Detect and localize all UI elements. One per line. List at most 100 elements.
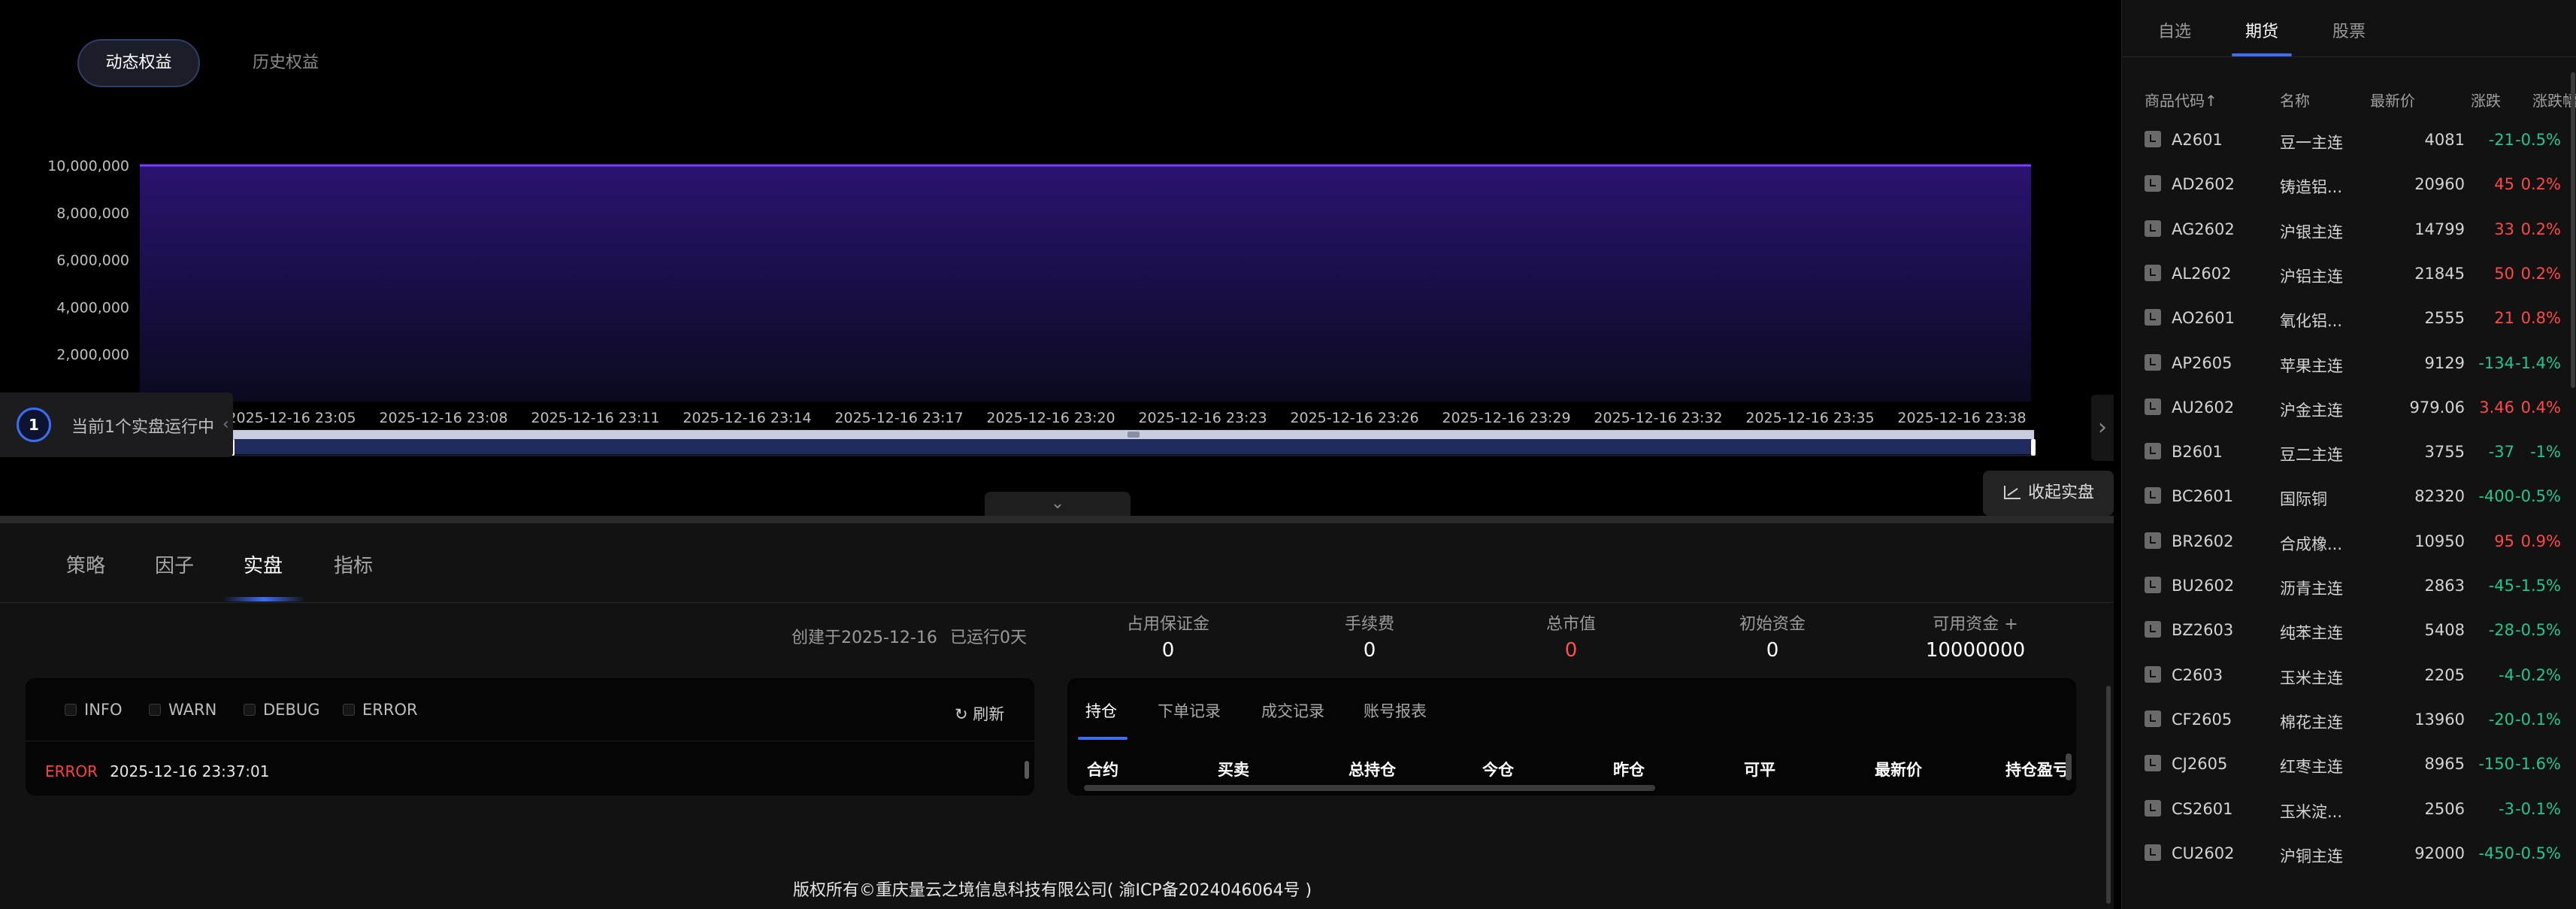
filter-info[interactable]: INFO xyxy=(65,701,123,719)
futures-row[interactable]: AU2602 沪金主连 979.06 3.46 0.4% xyxy=(2122,388,2576,432)
futures-row[interactable]: BR2602 合成橡... 10950 95 0.9% xyxy=(2122,522,2576,566)
checkbox-icon[interactable] xyxy=(244,704,256,716)
bookmark-icon[interactable] xyxy=(2145,264,2161,281)
bookmark-icon[interactable] xyxy=(2145,309,2161,326)
futures-row[interactable]: CS2601 玉米淀... 2506 -3 -0.1% xyxy=(2122,789,2576,834)
futures-row[interactable]: CJ2605 红枣主连 8965 -150 -1.6% xyxy=(2122,744,2576,789)
tab-factor[interactable]: 因子 xyxy=(155,550,194,578)
row-change-pct: 0.2% xyxy=(2520,220,2561,238)
tab-order-records[interactable]: 下单记录 xyxy=(1158,699,1221,722)
positions-horizontal-scrollbar[interactable] xyxy=(1084,785,1655,791)
log-panel: INFO WARN DEBUG ERROR ↻ 刷新 ERROR 2025-12-… xyxy=(26,678,1034,795)
positions-vertical-scrollbar[interactable] xyxy=(2066,753,2072,780)
checkbox-icon[interactable] xyxy=(149,704,161,716)
col-contract: 合约 xyxy=(1087,761,1118,779)
col-position-pnl: 持仓盈亏 xyxy=(2005,761,2069,779)
row-change-pct: -0.1% xyxy=(2515,799,2561,818)
bookmark-icon[interactable] xyxy=(2145,577,2161,593)
futures-row[interactable]: BC2601 国际铜 82320 -400 -0.5% xyxy=(2122,477,2576,521)
row-name: 玉米主连 xyxy=(2280,668,2343,687)
futures-row[interactable]: BU2602 沥青主连 2863 -45 -1.5% xyxy=(2122,566,2576,611)
stat-label-fee: 手续费 xyxy=(1344,615,1394,634)
futures-row[interactable]: AO2601 氧化铝... 2555 21 0.8% xyxy=(2122,298,2576,343)
running-live-badge[interactable]: 1 当前1个实盘运行中 ‹ xyxy=(0,392,233,457)
stat-label-available-capital[interactable]: 可用资金 + xyxy=(1885,611,2066,635)
tab-account-report[interactable]: 账号报表 xyxy=(1364,699,1427,722)
checkbox-icon[interactable] xyxy=(65,704,77,716)
bookmark-icon[interactable] xyxy=(2145,532,2161,549)
filter-error[interactable]: ERROR xyxy=(343,701,418,719)
x-tick-label: 2025-12-16 23:26 xyxy=(1290,410,1418,426)
tab-live[interactable]: 实盘 xyxy=(244,550,283,578)
positions-panel: 持仓 下单记录 成交记录 账号报表 合约 买卖 总持仓 今仓 昨仓 可平 最新价… xyxy=(1067,678,2076,795)
refresh-button[interactable]: ↻ 刷新 xyxy=(955,702,1004,725)
zoom-slider-grip[interactable] xyxy=(1128,432,1140,438)
row-change: 50 xyxy=(2494,264,2514,283)
tab-stocks[interactable]: 股票 xyxy=(2332,18,2366,42)
row-code: BC2601 xyxy=(2172,487,2234,506)
row-price: 979.06 xyxy=(2409,398,2465,417)
futures-row[interactable]: BZ2603 纯苯主连 5408 -28 -0.5% xyxy=(2122,611,2576,655)
futures-row[interactable]: B2601 豆二主连 3755 -37 -1% xyxy=(2122,432,2576,477)
futures-row[interactable]: A2601 豆一主连 4081 -21 -0.5% xyxy=(2122,120,2576,165)
row-price: 14799 xyxy=(2414,220,2465,238)
panel-divider[interactable] xyxy=(0,516,2114,523)
filter-warn[interactable]: WARN xyxy=(149,701,216,719)
col-code-sort[interactable]: 商品代码↑ xyxy=(2145,89,2217,111)
futures-row[interactable]: AD2602 铸造铝... 20960 45 0.2% xyxy=(2122,165,2576,209)
futures-row[interactable]: AG2602 沪银主连 14799 33 0.2% xyxy=(2122,210,2576,254)
bookmark-icon[interactable] xyxy=(2145,710,2161,727)
chevron-right-icon[interactable]: › xyxy=(2091,395,2114,461)
collapse-live-button[interactable]: 收起实盘 xyxy=(1983,471,2114,516)
futures-row[interactable]: C2603 玉米主连 2205 -4 -0.2% xyxy=(2122,656,2576,700)
bookmark-icon[interactable] xyxy=(2145,665,2161,683)
tab-watchlist[interactable]: 自选 xyxy=(2158,18,2191,42)
filter-debug[interactable]: DEBUG xyxy=(244,701,320,719)
tab-history-equity[interactable]: 历史权益 xyxy=(226,39,346,87)
futures-row[interactable]: AP2605 苹果主连 9129 -134 -1.4% xyxy=(2122,344,2576,388)
futures-row[interactable]: CF2605 棉花主连 13960 -20 -0.1% xyxy=(2122,700,2576,744)
bookmark-icon[interactable] xyxy=(2145,621,2161,638)
zoom-slider-right-handle[interactable] xyxy=(2031,439,2036,456)
col-yesterday-position: 昨仓 xyxy=(1613,761,1645,779)
row-change: 3.46 xyxy=(2479,398,2514,417)
x-tick-label: 2025-12-16 23:08 xyxy=(379,410,507,426)
bottom-panel-scrollbar[interactable] xyxy=(2105,603,2112,904)
row-code: BU2602 xyxy=(2172,577,2235,595)
tab-dynamic-equity[interactable]: 动态权益 xyxy=(77,39,200,87)
row-change: 21 xyxy=(2494,309,2514,328)
collapse-chart-toggle[interactable]: ⌄ xyxy=(985,492,1131,516)
tab-trade-records[interactable]: 成交记录 xyxy=(1261,699,1324,722)
row-change: -134 xyxy=(2478,353,2514,372)
checkbox-icon[interactable] xyxy=(343,704,355,716)
bookmark-icon[interactable] xyxy=(2145,487,2161,504)
row-change: -4 xyxy=(2499,665,2514,684)
tab-positions[interactable]: 持仓 xyxy=(1085,699,1117,722)
bookmark-icon[interactable] xyxy=(2145,131,2161,147)
row-name: 苹果主连 xyxy=(2280,356,2343,375)
futures-row[interactable]: CU2602 沪铜主连 92000 -450 -0.5% xyxy=(2122,834,2576,878)
sidebar-scrollbar[interactable] xyxy=(2571,72,2575,388)
tab-strategy[interactable]: 策略 xyxy=(66,550,105,578)
equity-chart-panel: 2,000,000 4,000,000 6,000,000 8,000,000 10,0… xyxy=(0,0,2114,516)
bottom-panel: 策略 因子 实盘 指标 创建于2025-12-16 已运行0天 占用保证金 0 … xyxy=(0,523,2114,909)
x-tick-label: 2025-12-16 23:11 xyxy=(531,410,659,426)
tab-futures[interactable]: 期货 xyxy=(2245,18,2278,42)
bookmark-icon[interactable] xyxy=(2145,220,2161,237)
positions-table-header: 合约 买卖 总持仓 今仓 昨仓 可平 最新价 持仓盈亏 xyxy=(1067,758,2076,780)
col-change: 涨跌 xyxy=(2471,92,2501,110)
bookmark-icon[interactable] xyxy=(2145,175,2161,192)
bookmark-icon[interactable] xyxy=(2145,844,2161,861)
bookmark-icon[interactable] xyxy=(2145,353,2161,371)
bookmark-icon[interactable] xyxy=(2145,398,2161,415)
x-tick-label: 2025-12-16 23:05 xyxy=(227,410,356,426)
chevron-left-icon[interactable]: ‹ xyxy=(222,415,229,434)
tab-indicator[interactable]: 指标 xyxy=(334,550,373,578)
bookmark-icon[interactable] xyxy=(2145,799,2161,817)
stat-value-market-value: 0 xyxy=(1564,639,1578,662)
row-code: C2603 xyxy=(2172,665,2223,684)
log-scrollbar[interactable] xyxy=(1022,750,1031,795)
futures-row[interactable]: AL2602 沪铝主连 21845 50 0.2% xyxy=(2122,254,2576,298)
bookmark-icon[interactable] xyxy=(2145,443,2161,460)
bookmark-icon[interactable] xyxy=(2145,755,2161,772)
